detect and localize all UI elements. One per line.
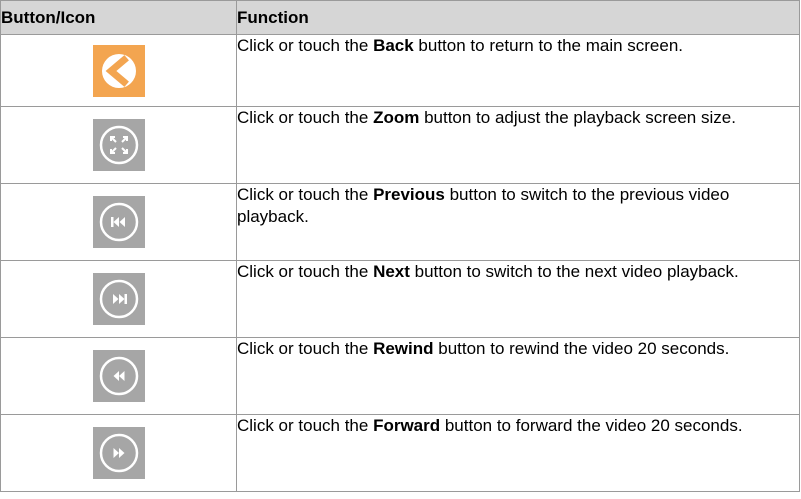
function-description: Click or touch the Back button to return… [236, 34, 800, 107]
button-name: Back [373, 36, 414, 55]
table-row-previous: Click or touch the Previous button to sw… [0, 183, 800, 261]
function-description: Click or touch the Previous button to sw… [236, 183, 800, 261]
rewind-icon [92, 350, 145, 402]
header-row: Button/Icon Function [0, 0, 800, 35]
header-button-icon: Button/Icon [0, 0, 237, 35]
button-name: Rewind [373, 339, 434, 358]
icon-cell [0, 337, 237, 415]
table-row-back: Click or touch the Back button to return… [0, 34, 800, 107]
button-name: Zoom [373, 108, 420, 127]
previous-icon [92, 196, 145, 248]
forward-icon [92, 427, 145, 479]
back-icon [92, 44, 145, 97]
button-name: Previous [373, 185, 445, 204]
function-description: Click or touch the Next button to switch… [236, 260, 800, 338]
icon-cell [0, 106, 237, 184]
button-function-table: Button/Icon Function Click or touch the … [0, 0, 800, 492]
button-name: Forward [373, 416, 441, 435]
table-row-zoom: Click or touch the Zoom button to adjust… [0, 106, 800, 184]
table-row-next: Click or touch the Next button to switch… [0, 260, 800, 338]
next-icon [92, 273, 145, 325]
icon-cell [0, 414, 237, 492]
icon-cell [0, 183, 237, 261]
table-row-forward: Click or touch the Forward button to for… [0, 414, 800, 492]
function-description: Click or touch the Rewind button to rewi… [236, 337, 800, 415]
function-description: Click or touch the Zoom button to adjust… [236, 106, 800, 184]
icon-cell [0, 260, 237, 338]
button-name: Next [373, 262, 410, 281]
table-row-rewind: Click or touch the Rewind button to rewi… [0, 337, 800, 415]
header-function: Function [236, 0, 800, 35]
function-description: Click or touch the Forward button to for… [236, 414, 800, 492]
icon-cell [0, 34, 237, 107]
zoom-icon [92, 119, 145, 171]
